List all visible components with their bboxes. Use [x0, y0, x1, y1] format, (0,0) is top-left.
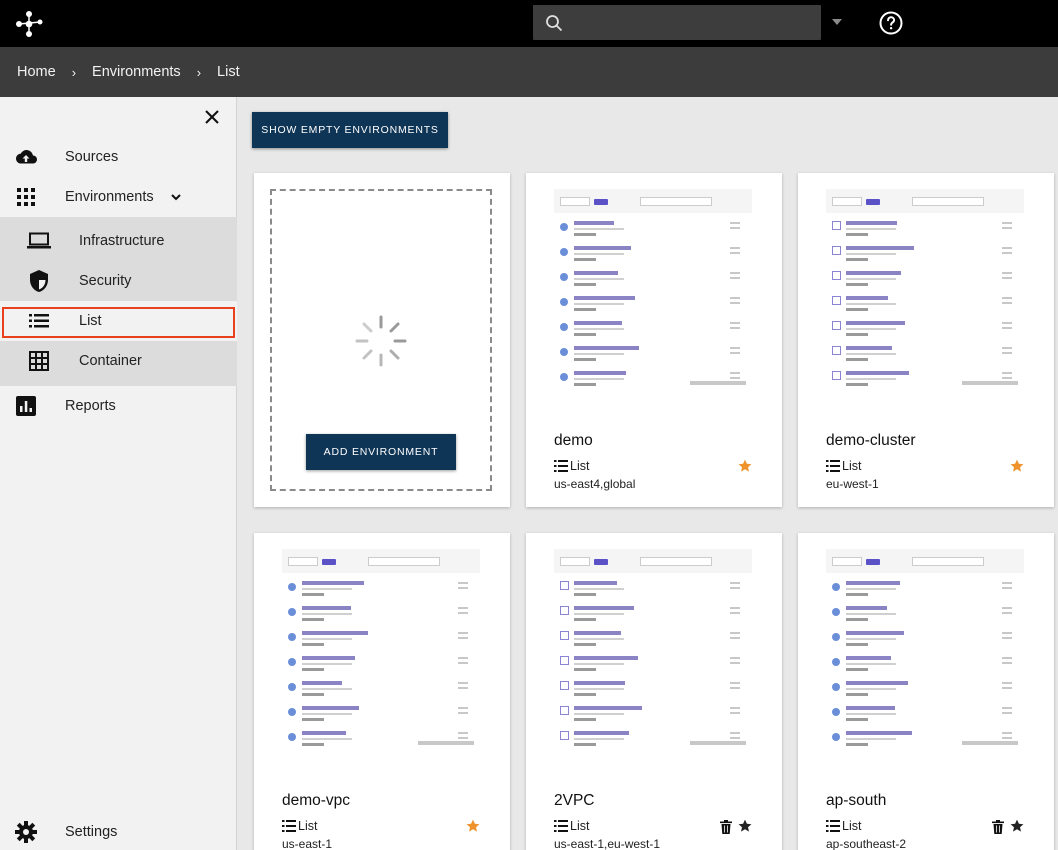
add-environment-button[interactable]: ADD ENVIRONMENT [306, 434, 456, 470]
list-icon [554, 460, 568, 472]
sidebar-item-security[interactable]: Security [0, 261, 237, 301]
environment-card[interactable]: demo-cluster List eu-west-1 [798, 173, 1054, 507]
environment-regions: ap-southeast-2 [826, 837, 907, 850]
search-input[interactable] [533, 5, 821, 40]
search-dropdown-caret-icon[interactable] [832, 19, 842, 25]
environment-regions: us-east4,global [554, 477, 636, 491]
sidebar-item-label: Infrastructure [79, 233, 165, 249]
star-filled-icon[interactable] [1010, 459, 1024, 473]
cloud-upload-icon [14, 145, 38, 169]
breadcrumb-list: List [217, 64, 240, 80]
environment-thumbnail [826, 189, 1024, 391]
environment-view-type: List [282, 819, 317, 833]
environment-regions: us-east-1,eu-west-1 [554, 837, 661, 850]
environment-name[interactable]: ap-south [826, 792, 886, 810]
loading-spinner-icon [355, 315, 407, 367]
environment-view-type: List [554, 459, 589, 473]
list-icon [826, 460, 840, 472]
breadcrumb-home[interactable]: Home [17, 64, 56, 80]
environment-card[interactable]: 2VPC List us-east-1,eu-west-1 [526, 533, 782, 850]
environment-thumbnail [826, 549, 1024, 751]
list-icon [826, 820, 840, 832]
star-icon[interactable] [738, 819, 752, 833]
sidebar-item-sources[interactable]: Sources [0, 137, 237, 177]
environment-name[interactable]: demo-vpc [282, 792, 350, 810]
sidebar-item-container[interactable]: Container [0, 341, 237, 381]
grid-table-icon [27, 349, 51, 373]
star-filled-icon[interactable] [466, 819, 480, 833]
star-icon[interactable] [1010, 819, 1024, 833]
thumbnail-toolbar [282, 549, 480, 573]
breadcrumb: Home › Environments › List [0, 47, 1058, 97]
thumbnail-toolbar [554, 549, 752, 573]
sidebar-item-reports[interactable]: Reports [0, 386, 237, 426]
environment-card[interactable]: demo-vpc List us-east-1 [254, 533, 510, 850]
environment-name[interactable]: demo [554, 432, 593, 450]
sidebar-item-list[interactable]: List [0, 301, 237, 341]
list-icon [282, 820, 296, 832]
breadcrumb-environments[interactable]: Environments [92, 64, 181, 80]
view-type-label: List [298, 819, 318, 833]
environment-card[interactable]: ap-south List ap-southeast-2 [798, 533, 1054, 850]
help-icon[interactable] [879, 11, 903, 35]
view-type-label: List [570, 819, 590, 833]
sidebar-item-label: Security [79, 273, 132, 289]
sidebar-item-label: Container [79, 353, 142, 369]
sidebar: Sources Environments Infrastructure Secu… [0, 97, 237, 850]
thumbnail-toolbar [826, 189, 1024, 213]
thumbnail-toolbar [826, 549, 1024, 573]
environment-card[interactable]: demo List us-east4,global [526, 173, 782, 507]
gear-icon [14, 820, 38, 844]
apps-grid-icon [14, 185, 38, 209]
sidebar-item-label: Environments [65, 189, 154, 205]
environments-submenu: Infrastructure Security List Container [0, 217, 237, 386]
sidebar-item-label: Reports [65, 398, 116, 414]
environment-thumbnail [554, 549, 752, 751]
view-type-label: List [842, 819, 862, 833]
environment-view-type: List [826, 819, 861, 833]
environment-name[interactable]: demo-cluster [826, 432, 916, 450]
list-icon [27, 309, 51, 333]
laptop-icon [27, 229, 51, 253]
network-logo-icon[interactable] [14, 10, 44, 38]
environment-name[interactable]: 2VPC [554, 792, 595, 810]
view-type-label: List [842, 459, 862, 473]
sidebar-item-settings[interactable]: Settings [0, 812, 237, 850]
environment-view-type: List [826, 459, 861, 473]
sidebar-item-label: Settings [65, 824, 118, 840]
trash-icon[interactable] [720, 820, 732, 834]
sidebar-item-label: List [79, 313, 102, 329]
sidebar-item-environments[interactable]: Environments [0, 177, 237, 217]
main-content: SHOW EMPTY ENVIRONMENTS ADD ENVIRONMENT … [238, 97, 1058, 850]
view-type-label: List [570, 459, 590, 473]
breadcrumb-separator-icon: › [71, 64, 77, 80]
shield-icon [27, 269, 51, 293]
environment-view-type: List [554, 819, 589, 833]
add-environment-card: ADD ENVIRONMENT [254, 173, 510, 507]
sidebar-item-label: Sources [65, 149, 119, 165]
show-empty-environments-button[interactable]: SHOW EMPTY ENVIRONMENTS [252, 112, 448, 148]
environment-regions: eu-west-1 [826, 477, 879, 491]
thumbnail-toolbar [554, 189, 752, 213]
list-icon [554, 820, 568, 832]
star-filled-icon[interactable] [738, 459, 752, 473]
trash-icon[interactable] [992, 820, 1004, 834]
close-icon[interactable] [203, 108, 221, 126]
bar-chart-icon [14, 394, 38, 418]
chevron-down-icon[interactable] [170, 191, 182, 203]
search-icon [546, 15, 563, 32]
top-bar [0, 0, 1058, 47]
breadcrumb-separator-icon: › [196, 64, 202, 80]
environment-thumbnail [282, 549, 480, 751]
environment-regions: us-east-1 [282, 837, 333, 850]
sidebar-item-infrastructure[interactable]: Infrastructure [0, 221, 237, 261]
environment-thumbnail [554, 189, 752, 391]
